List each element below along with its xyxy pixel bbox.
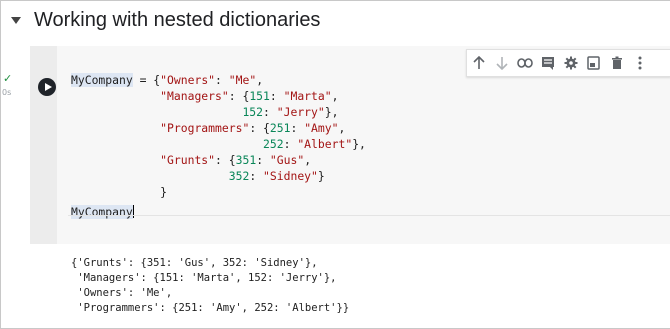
arrow-up-icon[interactable]	[467, 53, 490, 73]
code-token: :	[215, 73, 229, 87]
code-line: 352: "Sidney"}	[71, 168, 366, 184]
number-token: 152	[242, 105, 264, 119]
comment-icon[interactable]	[536, 53, 559, 73]
string-token: "Programmers"	[160, 121, 250, 135]
code-token: :	[249, 169, 264, 183]
code-token: ,	[256, 73, 264, 87]
string-token: "Sidney"	[263, 169, 318, 183]
code-token: :	[269, 89, 284, 103]
section-title: Working with nested dictionaries	[34, 8, 321, 31]
code-token: : {	[249, 121, 270, 135]
string-token: "Managers"	[160, 89, 229, 103]
mirror-cell-icon[interactable]	[582, 53, 605, 73]
code-token: :	[256, 153, 270, 167]
execution-time: 0s	[2, 88, 12, 97]
string-token: "Jerry"	[276, 105, 325, 119]
link-icon[interactable]	[513, 53, 536, 73]
execution-success-icon: ✓	[3, 72, 13, 85]
code-editor[interactable]: MyCompany = {"Owners": "Me", "Managers":…	[71, 72, 366, 220]
number-token: 351	[235, 153, 257, 167]
arrow-down-icon[interactable]	[490, 53, 513, 73]
output-line: 'Programmers': {251: 'Amy', 252: 'Albert…	[71, 302, 350, 314]
string-token: "Gus"	[269, 153, 305, 167]
section-header[interactable]: Working with nested dictionaries	[9, 4, 320, 36]
code-token: },	[324, 105, 339, 119]
more-icon[interactable]	[628, 53, 651, 73]
string-token: "Me"	[228, 73, 257, 87]
string-token: "Marta"	[283, 89, 332, 103]
cell-toolbar	[466, 49, 670, 77]
code-line-current: MyCompany	[71, 204, 366, 220]
output-line: {'Grunts': {351: 'Gus', 352: 'Sidney'},	[71, 257, 318, 269]
number-token: 352	[228, 169, 250, 183]
cell-gutter	[30, 46, 57, 244]
string-token: "Grunts"	[160, 153, 216, 167]
code-token: :	[290, 121, 305, 135]
code-token: = {	[132, 73, 161, 87]
number-token: 251	[269, 121, 291, 135]
code-token: }	[317, 169, 325, 183]
text-cursor	[132, 205, 134, 218]
collapse-caret-icon[interactable]	[11, 16, 21, 24]
code-line: "Programmers": {251: "Amy",	[71, 120, 366, 136]
output-line: 'Owners': 'Me',	[71, 287, 173, 299]
code-token: ,	[338, 121, 346, 135]
code-token: : {	[215, 153, 236, 167]
delete-icon[interactable]	[605, 53, 628, 73]
code-line: }	[71, 184, 366, 200]
code-token: ,	[304, 153, 312, 167]
string-token: "Amy"	[304, 121, 339, 135]
output-line: 'Managers': {151: 'Marta', 152: 'Jerry'}…	[71, 272, 337, 284]
number-token: 252	[263, 137, 284, 151]
code-token: }	[71, 185, 168, 199]
cell-output: {'Grunts': {351: 'Gus', 352: 'Sidney'}, …	[71, 256, 349, 316]
code-token: : {	[228, 89, 250, 103]
code-token: },	[352, 137, 366, 151]
number-token: 151	[249, 89, 270, 103]
code-line: "Managers": {151: "Marta",	[71, 88, 366, 104]
variable-token: MyCompany	[71, 73, 133, 87]
string-token: "Albert"	[297, 137, 353, 151]
code-line-divider	[68, 215, 670, 216]
code-line: MyCompany = {"Owners": "Me",	[71, 72, 366, 88]
code-token: :	[283, 137, 298, 151]
string-token: "Owners"	[160, 73, 216, 87]
gear-icon[interactable]	[559, 53, 582, 73]
code-token: ,	[331, 89, 339, 103]
code-line: 252: "Albert"},	[71, 136, 366, 152]
code-line: 152: "Jerry"},	[71, 104, 366, 120]
run-cell-button[interactable]	[38, 78, 56, 96]
code-token: :	[263, 105, 277, 119]
code-line: "Grunts": {351: "Gus",	[71, 152, 366, 168]
variable-token: MyCompany	[71, 205, 133, 219]
